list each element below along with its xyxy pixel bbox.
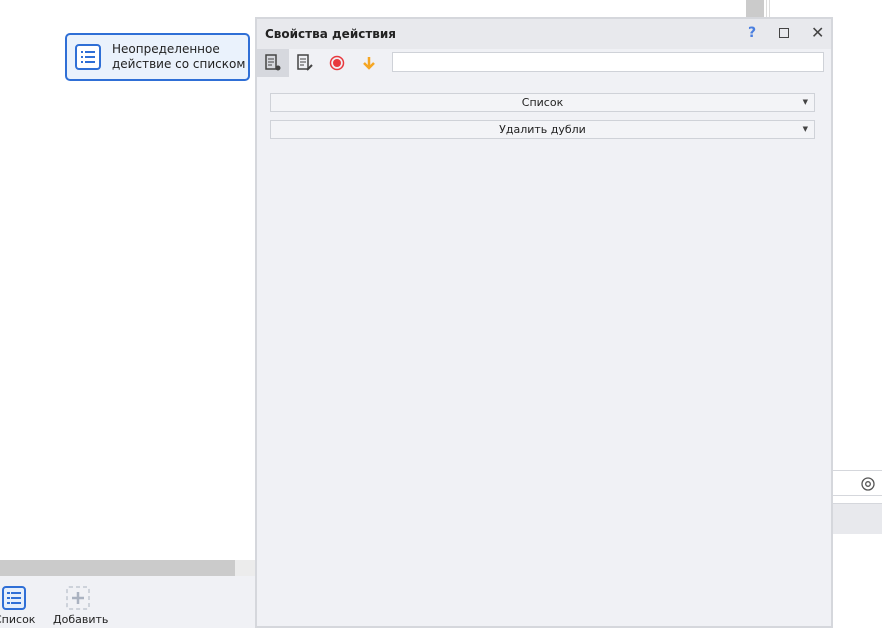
side-panel: [833, 503, 882, 534]
list-button[interactable]: Список: [0, 586, 36, 626]
record-icon: [329, 55, 345, 71]
edit-notes-button[interactable]: [289, 49, 321, 77]
panel-title: Свойства действия: [265, 27, 397, 41]
action-node[interactable]: Неопределенное действие со списком: [65, 33, 250, 81]
add-icon: [66, 586, 90, 610]
list-select-value: Список: [521, 96, 564, 109]
list-icon: [75, 44, 101, 70]
document-edit-icon: [297, 54, 313, 71]
properties-settings-button[interactable]: [257, 49, 289, 77]
add-button[interactable]: Добавить: [53, 586, 109, 626]
panel-toolbar: [257, 49, 831, 77]
chevron-down-icon: ▼: [802, 125, 808, 133]
browser-tab[interactable]: [833, 470, 882, 496]
action-properties-panel: Свойства действия ? ✕ Список ▼ Удалить ду…: [255, 17, 833, 628]
operation-select[interactable]: Удалить дубли ▼: [270, 120, 815, 139]
chrome-icon: [861, 477, 875, 491]
document-settings-icon: [265, 54, 281, 71]
list-label: Список: [0, 613, 36, 626]
arrow-down-icon: [363, 57, 375, 70]
filter-input[interactable]: [392, 52, 824, 72]
chevron-down-icon: ▼: [802, 98, 808, 106]
add-label: Добавить: [53, 613, 109, 626]
move-down-button[interactable]: [353, 49, 385, 77]
bottom-toolbar: [0, 576, 256, 628]
panel-titlebar: Свойства действия ? ✕: [257, 19, 831, 49]
divider: [766, 0, 770, 17]
operation-select-value: Удалить дубли: [499, 123, 586, 136]
list-icon: [2, 586, 26, 610]
horizontal-scrollbar[interactable]: [0, 560, 235, 576]
node-label: Неопределенное действие со списком: [112, 42, 246, 71]
vertical-scrollbar[interactable]: [746, 0, 764, 17]
scrollbar-track: [235, 560, 255, 576]
maximize-button[interactable]: [779, 28, 789, 38]
list-select[interactable]: Список ▼: [270, 93, 815, 112]
help-button[interactable]: ?: [748, 25, 756, 41]
record-button[interactable]: [321, 49, 353, 77]
close-button[interactable]: ✕: [811, 23, 824, 42]
